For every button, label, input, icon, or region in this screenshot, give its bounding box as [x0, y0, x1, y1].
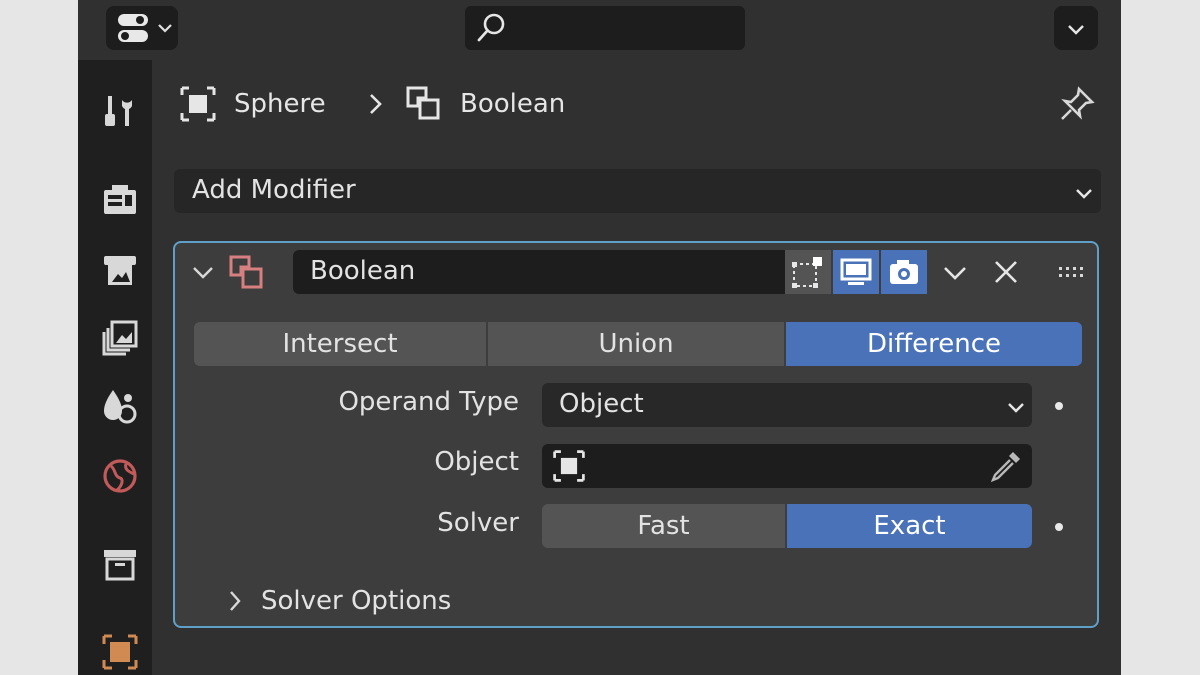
keyframe-dot[interactable] [1055, 402, 1063, 410]
properties-editor: Sphere Boolean Add Modifier Boolean Inte… [78, 0, 1121, 675]
properties-tab-bar [78, 60, 152, 675]
operation-difference-button[interactable]: Difference [786, 322, 1082, 366]
editor-type-button[interactable] [106, 6, 178, 50]
chevron-down-icon [1076, 189, 1092, 199]
options-dropdown-button[interactable] [1054, 6, 1098, 50]
editor-type-icon [118, 14, 148, 42]
solver-options-subpanel-header[interactable]: Solver Options [227, 583, 451, 619]
collection-tab[interactable] [100, 544, 140, 584]
object-label: Object [434, 447, 519, 477]
render-camera-icon [890, 260, 918, 284]
scene-tab[interactable] [100, 386, 140, 426]
operation-difference-label: Difference [866, 329, 1002, 359]
breadcrumb-modifier-item: Boolean [404, 82, 565, 126]
output-tab[interactable] [100, 250, 140, 290]
solver-exact-label: Exact [873, 511, 946, 541]
object-icon [553, 450, 585, 482]
object-icon [102, 634, 138, 670]
modifier-name: Boolean [310, 256, 416, 286]
tool-tab[interactable] [100, 92, 140, 132]
modifier-properties: Sphere Boolean Add Modifier Boolean Inte… [152, 60, 1121, 675]
solver-options-label: Solver Options [261, 586, 452, 616]
realtime-monitor-icon [840, 258, 872, 285]
operand-type-label: Operand Type [338, 387, 519, 417]
drag-handle-icon[interactable] [1058, 265, 1086, 279]
solver-fast-button[interactable]: Fast [542, 504, 785, 548]
scene-icon [104, 390, 137, 424]
chevron-right-icon [370, 94, 382, 114]
view-layer-tab[interactable] [100, 318, 140, 358]
breadcrumb-object: Sphere [234, 89, 326, 119]
pin-icon[interactable] [1057, 84, 1097, 124]
eyedropper-icon[interactable] [989, 449, 1023, 483]
close-icon[interactable] [993, 259, 1019, 285]
boolean-modifier-icon [406, 86, 440, 120]
edit-mode-toggle[interactable] [785, 250, 831, 294]
object-tab[interactable] [100, 632, 140, 672]
render-icon [104, 185, 136, 214]
output-icon [104, 256, 136, 285]
breadcrumb: Sphere [178, 82, 326, 126]
view-layer-icon [102, 320, 138, 356]
chevron-down-icon[interactable] [942, 263, 968, 283]
object-field[interactable] [542, 444, 1032, 488]
operation-union-label: Union [598, 329, 674, 359]
world-icon [103, 459, 137, 493]
chevron-down-icon [1008, 403, 1024, 413]
collection-icon [104, 550, 136, 581]
add-modifier-label: Add Modifier [192, 175, 356, 205]
render-toggle[interactable] [881, 250, 927, 294]
operation-union-button[interactable]: Union [488, 322, 784, 366]
chevron-right-icon [230, 591, 241, 611]
solver-exact-button[interactable]: Exact [787, 504, 1032, 548]
breadcrumb-modifier: Boolean [460, 89, 566, 119]
modifier-name-field[interactable]: Boolean [293, 250, 785, 294]
header-bar [78, 0, 1121, 60]
tool-icon [105, 96, 132, 126]
add-modifier-dropdown[interactable]: Add Modifier [174, 169, 1101, 213]
operation-intersect-label: Intersect [282, 329, 398, 359]
object-icon [180, 86, 216, 122]
search-icon [477, 13, 505, 42]
operation-intersect-button[interactable]: Intersect [194, 322, 486, 366]
solver-fast-label: Fast [637, 511, 690, 541]
chevron-down-icon [1068, 25, 1084, 35]
boolean-modifier-panel: Boolean Intersect Union Difference Opera… [173, 241, 1099, 628]
operand-type-dropdown[interactable]: Object [542, 383, 1032, 427]
collapse-chevron-icon[interactable] [191, 263, 215, 283]
search-input[interactable] [465, 6, 745, 50]
keyframe-dot[interactable] [1055, 523, 1063, 531]
realtime-toggle[interactable] [833, 250, 879, 294]
solver-label: Solver [437, 508, 519, 538]
chevron-down-icon [158, 24, 172, 33]
boolean-modifier-icon [229, 255, 263, 289]
operand-type-value: Object [559, 389, 644, 419]
render-tab[interactable] [100, 180, 140, 220]
edit-mode-icon [792, 257, 822, 288]
world-tab[interactable] [100, 456, 140, 496]
